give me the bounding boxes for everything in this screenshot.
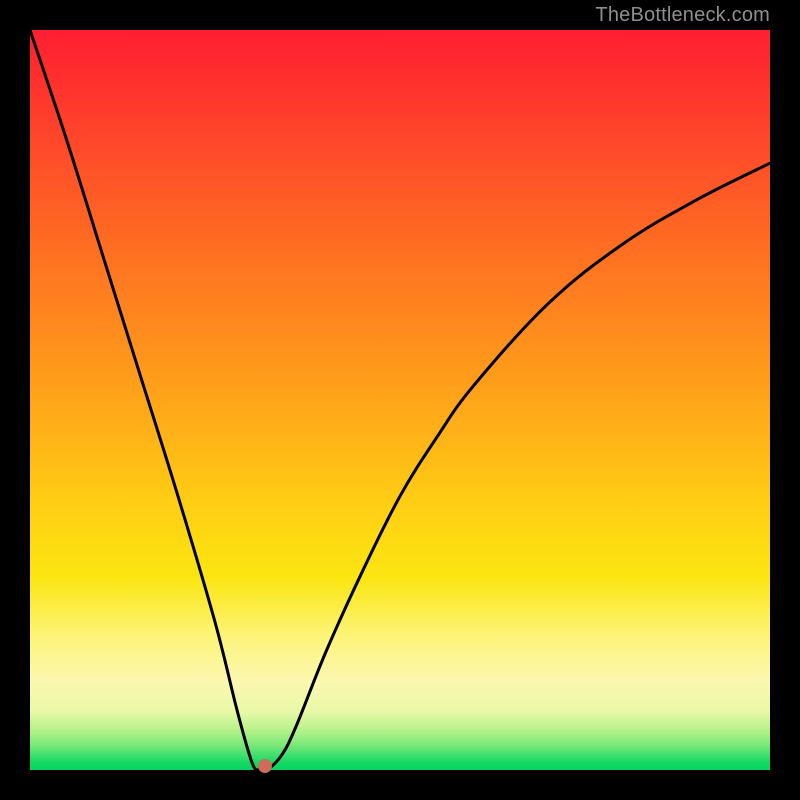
curve-layer [30,30,770,770]
watermark-text: TheBottleneck.com [595,4,770,27]
bottleneck-curve [30,30,770,772]
plot-area [30,30,770,770]
optimum-marker [258,759,272,773]
chart-container: TheBottleneck.com [0,0,800,800]
